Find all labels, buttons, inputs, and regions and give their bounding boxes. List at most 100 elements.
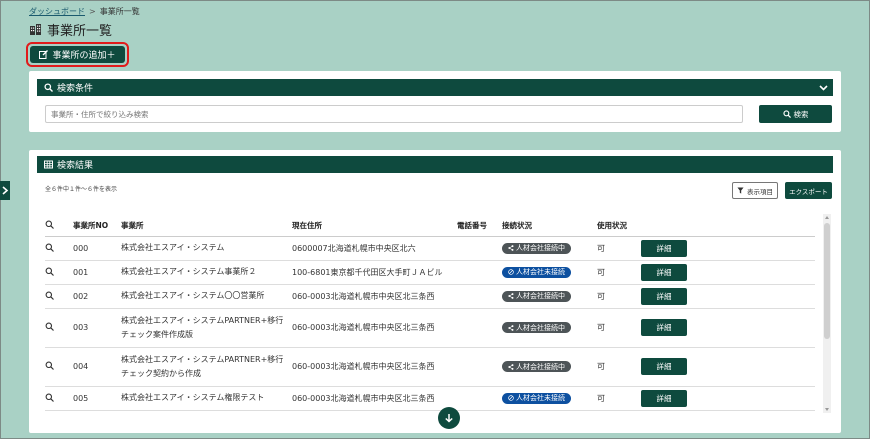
status-badge: 人材会社接続中 <box>502 361 571 372</box>
detail-button[interactable]: 詳細 <box>641 358 687 375</box>
cell-no: 000 <box>73 236 121 261</box>
sidebar-toggle-button[interactable] <box>0 181 10 200</box>
export-button-label: エクスポート <box>789 187 828 196</box>
columns-button-label: 表示項目 <box>747 187 773 196</box>
header-address[interactable]: 現在住所 <box>292 216 457 237</box>
cell-no: 003 <box>73 308 121 348</box>
row-zoom-cell[interactable] <box>45 386 73 411</box>
building-icon <box>30 24 41 35</box>
cell-usage: 可 <box>597 347 641 387</box>
cell-name: 株式会社エスアイ・システム事業所２ <box>121 260 292 285</box>
zoom-icon[interactable] <box>45 291 54 300</box>
cell-name: 株式会社エスアイ・システムPARTNER+移行チェック案件作成版 <box>121 308 292 348</box>
cell-phone <box>457 284 502 309</box>
zoom-icon <box>45 220 54 230</box>
zoom-icon[interactable] <box>45 267 54 276</box>
cell-action: 詳細 <box>641 236 815 261</box>
share-icon <box>508 245 514 251</box>
status-badge: 人材会社接続中 <box>502 322 571 333</box>
cell-no: 004 <box>73 347 121 387</box>
add-office-button[interactable]: 事業所の追加＋ <box>30 46 125 63</box>
header-no[interactable]: 事業所NO <box>73 216 121 237</box>
row-zoom-cell[interactable] <box>45 284 73 309</box>
detail-button[interactable]: 詳細 <box>641 389 687 407</box>
cell-connection: 人材会社接続中 <box>502 236 597 261</box>
table-scrollbar[interactable] <box>823 214 831 413</box>
status-badge: 人材会社未接続 <box>502 392 571 404</box>
header-action <box>641 216 815 237</box>
cell-connection: 人材会社接続中 <box>502 284 597 309</box>
cell-name: 株式会社エスアイ・システム〇〇営業所 <box>121 284 292 309</box>
header-connection[interactable]: 接続状況 <box>502 216 597 237</box>
status-badge: 人材会社未接続 <box>502 266 571 278</box>
results-count: 全６件中１件～６件を表示 <box>45 186 118 193</box>
table-row: 001 株式会社エスアイ・システム事業所２ 100-6801東京都千代田区大手町… <box>45 260 815 285</box>
export-button[interactable]: エクスポート <box>785 182 832 199</box>
cell-address: 100-6801東京都千代田区大手町ＪＡビル <box>292 260 457 285</box>
cell-usage: 可 <box>597 236 641 261</box>
row-zoom-cell[interactable] <box>45 260 73 285</box>
status-badge-label: 人材会社未接続 <box>516 394 565 402</box>
chevron-right-icon <box>1 186 8 195</box>
results-panel-title: 検索結果 <box>57 161 94 171</box>
cell-no: 002 <box>73 284 121 309</box>
breadcrumb-current: 事業所一覧 <box>99 7 140 16</box>
search-panel-header[interactable]: 検索条件 <box>37 79 833 96</box>
cell-action: 詳細 <box>641 260 815 285</box>
filter-icon <box>737 187 744 194</box>
cell-address: 060-0003北海道札幌市中央区北三条西 <box>292 308 457 348</box>
scroll-down-arrow-icon[interactable] <box>825 408 829 411</box>
chevron-down-icon[interactable] <box>819 83 828 92</box>
scrollbar-thumb[interactable] <box>824 223 830 339</box>
columns-button[interactable]: 表示項目 <box>732 182 778 199</box>
search-button-label: 検索 <box>793 109 809 119</box>
cell-phone <box>457 308 502 348</box>
table-row: 000 株式会社エスアイ・システム 0600007北海道札幌市中央区北六 人材会… <box>45 236 815 261</box>
status-badge: 人材会社接続中 <box>502 290 571 302</box>
search-button[interactable]: 検索 <box>759 105 832 123</box>
row-zoom-cell[interactable] <box>45 347 73 387</box>
add-office-label: 事業所の追加＋ <box>52 51 116 61</box>
table-row: 005 株式会社エスアイ・システム権限テスト 060-0003北海道札幌市中央区… <box>45 386 815 411</box>
table-row: 002 株式会社エスアイ・システム〇〇営業所 060-0003北海道札幌市中央区… <box>45 284 815 309</box>
row-zoom-cell[interactable] <box>45 236 73 261</box>
breadcrumb-separator: > <box>89 7 96 16</box>
detail-button[interactable]: 詳細 <box>641 287 687 305</box>
edit-icon <box>39 50 49 59</box>
status-badge-label: 人材会社接続中 <box>516 292 565 300</box>
page-title-text: 事業所一覧 <box>47 24 113 39</box>
search-panel-title: 検索条件 <box>57 84 94 94</box>
detail-button[interactable]: 詳細 <box>641 319 687 336</box>
cell-action: 詳細 <box>641 308 815 348</box>
search-input[interactable] <box>45 105 743 123</box>
header-name[interactable]: 事業所 <box>121 216 292 237</box>
cell-usage: 可 <box>597 386 641 411</box>
cell-name: 株式会社エスアイ・システムPARTNER+移行チェック契約から作成 <box>121 347 292 387</box>
cell-name: 株式会社エスアイ・システム権限テスト <box>121 386 292 411</box>
detail-button[interactable]: 詳細 <box>641 263 687 281</box>
scroll-down-button[interactable] <box>438 407 460 429</box>
header-phone[interactable]: 電話番号 <box>457 216 502 237</box>
scroll-up-arrow-icon[interactable] <box>825 216 829 219</box>
breadcrumb-home-link[interactable]: ダッシュボード <box>29 7 85 16</box>
cell-action: 詳細 <box>641 386 815 411</box>
cell-connection: 人材会社未接続 <box>502 386 597 411</box>
header-zoom <box>45 216 73 237</box>
header-usage[interactable]: 使用状況 <box>597 216 641 237</box>
zoom-icon[interactable] <box>45 243 54 252</box>
cell-phone <box>457 236 502 261</box>
cell-address: 0600007北海道札幌市中央区北六 <box>292 236 457 261</box>
cell-usage: 可 <box>597 284 641 309</box>
add-button-highlight: 事業所の追加＋ <box>26 42 129 67</box>
cell-action: 詳細 <box>641 347 815 387</box>
status-badge: 人材会社接続中 <box>502 242 571 254</box>
zoom-icon[interactable] <box>45 361 54 370</box>
cell-no: 001 <box>73 260 121 285</box>
zoom-icon[interactable] <box>45 393 54 402</box>
cell-action: 詳細 <box>641 284 815 309</box>
detail-button[interactable]: 詳細 <box>641 239 687 257</box>
cell-phone <box>457 347 502 387</box>
zoom-icon[interactable] <box>45 322 54 331</box>
results-panel: 検索結果 全６件中１件～６件を表示 表示項目 エクスポート 事業所NO 事業所 … <box>29 150 841 433</box>
row-zoom-cell[interactable] <box>45 308 73 348</box>
